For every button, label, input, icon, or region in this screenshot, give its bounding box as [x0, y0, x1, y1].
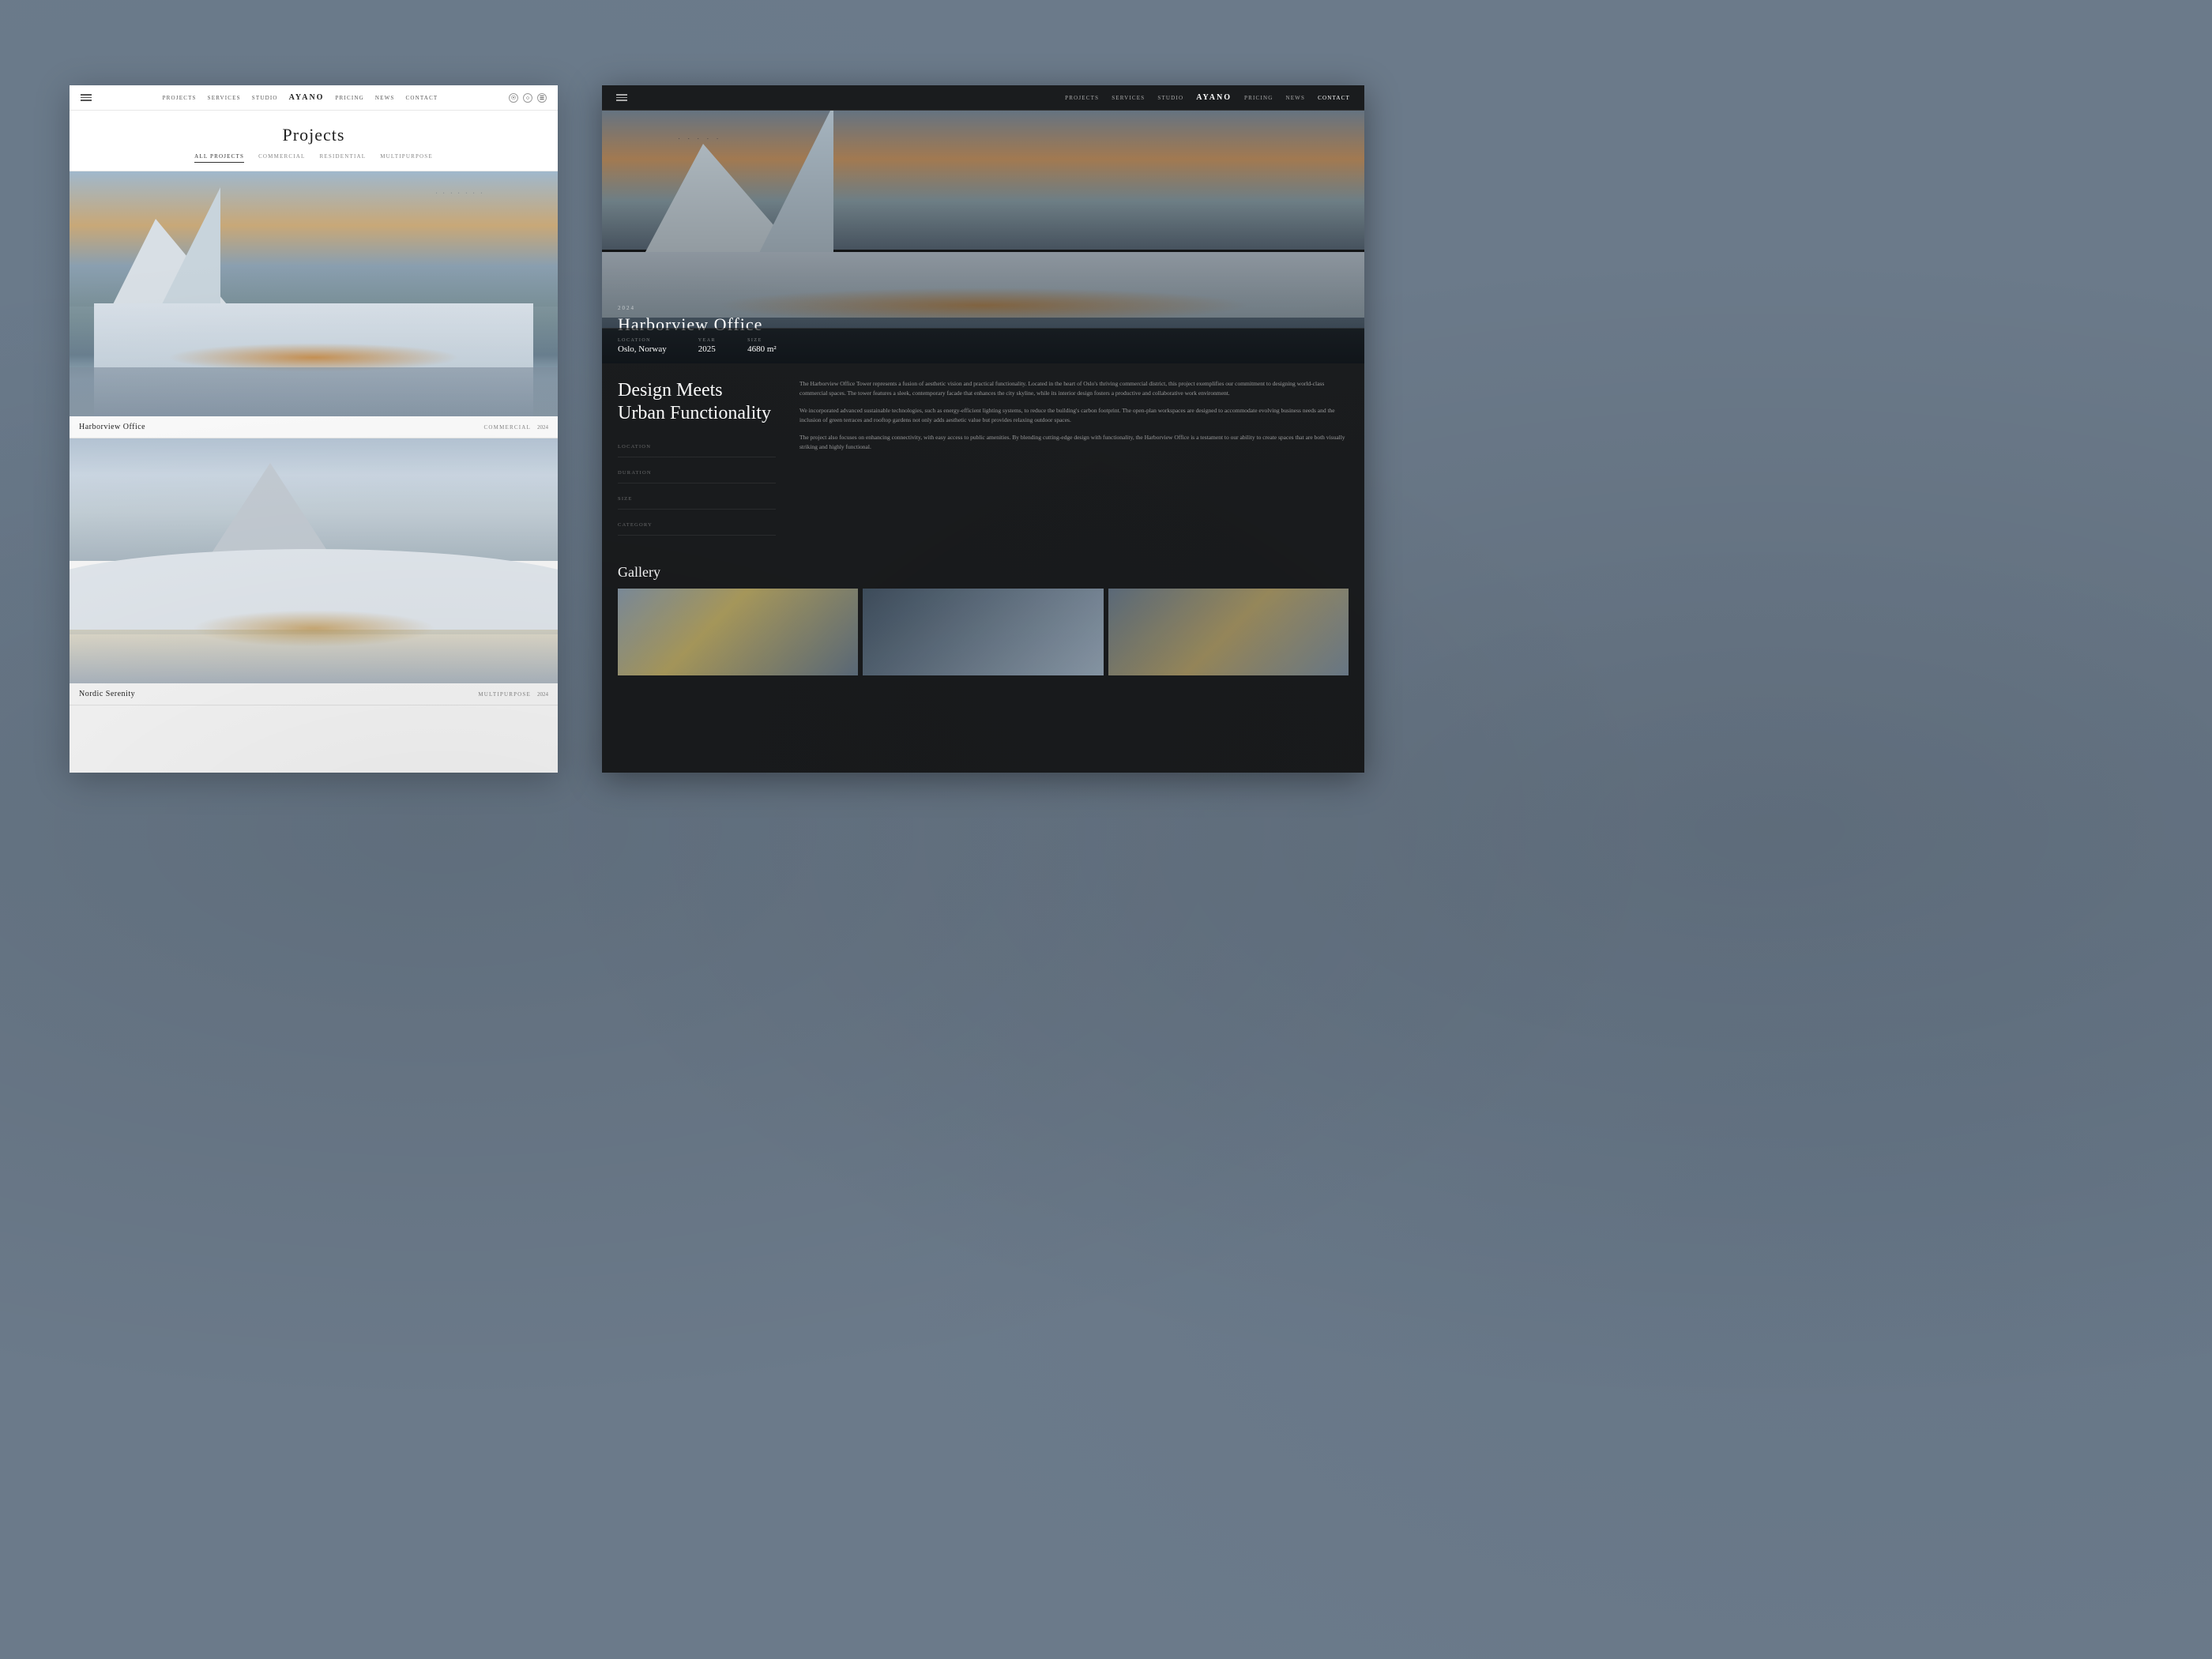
- right-nav-pricing[interactable]: PRICING: [1244, 95, 1273, 101]
- content-paragraph-3: The project also focuses on enhancing co…: [799, 433, 1349, 452]
- detail-duration-key: Duration: [618, 470, 652, 476]
- gallery-thumb-2-image: [863, 589, 1103, 675]
- right-nav-news[interactable]: NEWS: [1285, 95, 1305, 101]
- left-navbar: PROJECTS SERVICES STUDIO AYANO PRICING N…: [70, 85, 558, 111]
- project-1-meta: Harborview Office COMMERCIAL 2024: [70, 416, 558, 438]
- content-right: The Harborview Office Tower represents a…: [799, 379, 1349, 536]
- left-site-logo: AYANO: [289, 93, 325, 102]
- detail-category-key: Category: [618, 522, 653, 528]
- hamburger-line-1: [81, 94, 92, 96]
- content-paragraph-2: We incorporated advanced sustainable tec…: [799, 406, 1349, 425]
- filter-all[interactable]: ALL PROJECTS: [194, 153, 244, 163]
- project-1-image-container[interactable]: · · · · · · ·: [70, 171, 558, 416]
- heading-line-1: Design Meets: [618, 380, 723, 401]
- gallery-title: Gallery: [618, 564, 1349, 581]
- gallery-section: Gallery: [602, 551, 1364, 675]
- left-panel: PROJECTS SERVICES STUDIO AYANO PRICING N…: [70, 85, 558, 773]
- right-hamburger-line-2: [616, 97, 627, 99]
- detail-size-key: Size: [618, 496, 633, 502]
- project-2-image: [70, 438, 558, 683]
- project-2-image-container[interactable]: [70, 438, 558, 683]
- arch2-water: [70, 630, 558, 683]
- right-hamburger-menu[interactable]: [616, 94, 627, 101]
- project-1-tags: COMMERCIAL 2024: [484, 424, 548, 431]
- gallery-thumb-1-image: [618, 589, 858, 675]
- detail-location: Location: [618, 438, 776, 457]
- stat-location-value: Oslo, Norway: [618, 344, 667, 354]
- arch1-building-right: [157, 187, 220, 314]
- content-left: Design Meets Urban Functionality Locatio…: [618, 379, 776, 536]
- filter-tabs: ALL PROJECTS COMMERCIAL RESIDENTIAL MULT…: [70, 153, 558, 171]
- left-nav-icons: ☉ ○ ☰: [509, 93, 547, 103]
- filter-multipurpose[interactable]: MULTIPURPOSE: [380, 153, 433, 163]
- right-panel: PROJECTS SERVICES STUDIO AYANO PRICING N…: [602, 85, 1364, 773]
- detail-category: Category: [618, 516, 776, 536]
- project-2-name: Nordic Serenity: [79, 690, 135, 698]
- hero-subtitle: 2024: [618, 305, 1349, 311]
- right-nav-links: PROJECTS SERVICES STUDIO AYANO PRICING N…: [1065, 93, 1350, 102]
- social-icon-3[interactable]: ☰: [537, 93, 547, 103]
- stats-row: LOCATION Oslo, Norway YEAR 2025 SIZE 468…: [602, 328, 1364, 363]
- right-nav-projects[interactable]: PROJECTS: [1065, 95, 1099, 101]
- left-nav-contact[interactable]: CONTACT: [406, 95, 438, 101]
- project-2-tags: MULTIPURPOSE 2024: [478, 691, 548, 698]
- right-hamburger-line-1: [616, 94, 627, 96]
- right-nav-contact[interactable]: CONTACT: [1318, 95, 1350, 101]
- project-2-tag: MULTIPURPOSE: [478, 691, 531, 698]
- content-paragraph-1: The Harborview Office Tower represents a…: [799, 379, 1349, 398]
- right-nav-services[interactable]: SERVICES: [1112, 95, 1145, 101]
- project-2-year: 2024: [537, 691, 548, 698]
- hamburger-line-2: [81, 97, 92, 99]
- content-heading: Design Meets Urban Functionality: [618, 379, 776, 425]
- filter-commercial[interactable]: COMMERCIAL: [258, 153, 305, 163]
- project-1-image: · · · · · · ·: [70, 171, 558, 416]
- right-navbar: PROJECTS SERVICES STUDIO AYANO PRICING N…: [602, 85, 1364, 111]
- gallery-images: [618, 589, 1349, 675]
- project-2-meta: Nordic Serenity MULTIPURPOSE 2024: [70, 683, 558, 705]
- detail-location-key: Location: [618, 444, 651, 450]
- hero-overlay: 2024 Harborview Office: [602, 111, 1364, 363]
- stat-location: LOCATION Oslo, Norway: [618, 338, 667, 354]
- gallery-thumb-3[interactable]: [1108, 589, 1349, 675]
- gallery-thumb-1[interactable]: [618, 589, 858, 675]
- arch1-birds: · · · · · · ·: [435, 191, 484, 196]
- stat-size-value: 4680 m²: [747, 344, 777, 354]
- project-1-name: Harborview Office: [79, 423, 145, 431]
- right-content: Design Meets Urban Functionality Locatio…: [602, 363, 1364, 551]
- stat-size-label: SIZE: [747, 338, 777, 343]
- left-nav-news[interactable]: NEWS: [375, 95, 395, 101]
- right-hamburger-line-3: [616, 100, 627, 101]
- hamburger-menu[interactable]: [81, 94, 92, 101]
- stat-size: SIZE 4680 m²: [747, 338, 777, 354]
- detail-list: Location Duration Size Category: [618, 438, 776, 536]
- stat-year: YEAR 2025: [698, 338, 716, 354]
- filter-residential[interactable]: RESIDENTIAL: [320, 153, 367, 163]
- right-nav-studio[interactable]: STUDIO: [1157, 95, 1183, 101]
- heading-line-2: Urban Functionality: [618, 403, 771, 423]
- arch1-water: [70, 367, 558, 416]
- left-nav-projects[interactable]: PROJECTS: [163, 95, 197, 101]
- stat-year-value: 2025: [698, 344, 716, 354]
- left-nav-pricing[interactable]: PRICING: [335, 95, 363, 101]
- gallery-thumb-2[interactable]: [863, 589, 1103, 675]
- hamburger-line-3: [81, 100, 92, 101]
- detail-duration: Duration: [618, 464, 776, 483]
- stat-year-label: YEAR: [698, 338, 716, 343]
- social-icon-2[interactable]: ○: [523, 93, 532, 103]
- instagram-icon[interactable]: ☉: [509, 93, 518, 103]
- stat-location-label: LOCATION: [618, 338, 667, 343]
- left-nav-services[interactable]: SERVICES: [208, 95, 241, 101]
- page-title: Projects: [70, 111, 558, 153]
- left-nav-links: PROJECTS SERVICES STUDIO AYANO PRICING N…: [163, 93, 438, 102]
- right-hero-section: · · · · · 2024 Harborview Office LOCATIO…: [602, 111, 1364, 363]
- project-1-tag: COMMERCIAL: [484, 424, 531, 431]
- project-1-year: 2024: [537, 424, 548, 431]
- right-site-logo: AYANO: [1196, 93, 1232, 102]
- detail-size: Size: [618, 490, 776, 510]
- left-nav-studio[interactable]: STUDIO: [252, 95, 278, 101]
